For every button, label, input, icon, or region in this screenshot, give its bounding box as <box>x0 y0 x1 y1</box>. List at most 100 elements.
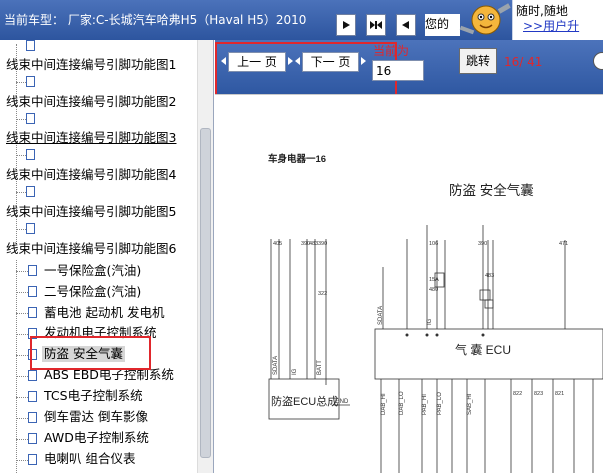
prev-page-button[interactable]: 上一 页 <box>228 52 286 72</box>
promo-panel: 随时,随地 >>用户升 <box>512 0 603 40</box>
tree-branch <box>16 355 28 356</box>
svg-text:106: 106 <box>429 241 438 247</box>
tree-scrollbar[interactable] <box>197 40 213 473</box>
tree-branch <box>16 397 28 398</box>
page-icon <box>26 186 35 197</box>
svg-text:SAB_HI: SAB_HI <box>467 393 473 415</box>
svg-text:483: 483 <box>309 241 318 247</box>
page-icon <box>28 307 37 318</box>
tree-item-tcs[interactable]: TCS电子控制系统 <box>44 388 143 404</box>
tree-branch <box>16 334 28 335</box>
tree-item-pin-diagram-6[interactable]: 线束中间连接编号引脚功能图6 <box>6 241 176 257</box>
svg-text:823: 823 <box>534 391 543 397</box>
svg-text:483: 483 <box>485 273 494 279</box>
tree-branch <box>16 229 26 230</box>
document-viewer: 上一 页 下一 页 当前为 跳转 16/ 41 <box>215 40 603 473</box>
svg-text:821: 821 <box>555 391 564 397</box>
zoom-icon[interactable] <box>593 52 603 70</box>
tree-branch <box>16 192 26 193</box>
svg-text:822: 822 <box>513 391 522 397</box>
arrow-left-icon <box>402 21 409 29</box>
page-icon <box>28 454 37 465</box>
selection-highlight <box>30 336 151 370</box>
svg-text:PAB_HI: PAB_HI <box>422 394 428 415</box>
diagram-main-title: 防盗 安全气囊 <box>449 182 534 198</box>
svg-text:SDATA: SDATA <box>378 306 384 325</box>
page-icon <box>28 391 37 402</box>
user-upgrade-link[interactable]: >>用户升 <box>523 17 579 34</box>
svg-text:390: 390 <box>318 241 327 247</box>
antitheft-ecu-label: 防盗ECU总成 <box>271 394 338 408</box>
tree-item-pin-diagram-2[interactable]: 线束中间连接编号引脚功能图2 <box>6 94 176 110</box>
page-icon <box>28 265 37 276</box>
first-page-button[interactable] <box>336 14 356 36</box>
svg-text:15A: 15A <box>429 277 439 283</box>
page-icon <box>28 370 37 381</box>
tree-branch <box>16 82 26 83</box>
arrow-right-icon <box>343 21 350 29</box>
tree-branch <box>16 460 28 461</box>
catalog-tree: 线束中间连接编号引脚功能图1 线束中间连接编号引脚功能图2 线束中间连接编号引脚… <box>0 40 214 473</box>
svg-text:GND: GND <box>335 399 349 405</box>
page-icon <box>28 433 37 444</box>
wiring-diagram-page: 车身电器一16 防盗 安全气囊 气 囊 ECU 防盗ECU总成 SDATA IG… <box>215 94 603 473</box>
page-icon <box>26 76 35 87</box>
svg-text:480: 480 <box>429 287 438 293</box>
prev-arrow-icon <box>221 57 226 65</box>
tree-branch <box>16 439 28 440</box>
tree-item-pin-diagram-1[interactable]: 线束中间连接编号引脚功能图1 <box>6 57 176 73</box>
svg-text:322: 322 <box>318 291 327 297</box>
svg-text:SDATA: SDATA <box>273 356 279 375</box>
next-page-button[interactable]: 下一 页 <box>302 52 359 72</box>
tree-branch <box>16 119 26 120</box>
next-arrow-icon <box>361 57 366 65</box>
jump-button[interactable]: 跳转 <box>459 48 497 74</box>
page-icon <box>26 223 35 234</box>
app-header: 当前车型： 厂家:C-长城汽车哈弗H5（Haval H5）2010 您的 随时,… <box>0 0 603 40</box>
tree-branch <box>16 271 28 272</box>
welcome-message: 您的 <box>425 14 460 36</box>
page-icon <box>26 149 35 160</box>
pager-toolbar: 上一 页 下一 页 当前为 跳转 16/ 41 <box>215 40 603 96</box>
tree-branch <box>16 155 26 156</box>
tree-item-pin-diagram-3[interactable]: 线束中间连接编号引脚功能图3 <box>6 130 176 146</box>
svg-text:IG: IG <box>292 368 298 375</box>
svg-text:405: 405 <box>273 241 282 247</box>
tree-item-fuse-box-2[interactable]: 二号保险盒(汽油) <box>44 284 141 300</box>
current-page-label: 当前为 <box>373 44 410 58</box>
tree-branch <box>16 418 28 419</box>
expand-button[interactable] <box>366 14 386 36</box>
tree-item-battery-starter[interactable]: 蓄电池 起动机 发电机 <box>44 305 164 321</box>
tree-item-awd[interactable]: AWD电子控制系统 <box>44 430 149 446</box>
svg-text:DAB_HI: DAB_HI <box>381 393 387 415</box>
next-arrow-left-icon <box>295 57 300 65</box>
svg-text:DAB_LO: DAB_LO <box>399 391 405 415</box>
section-title: 车身电器一16 <box>268 153 326 165</box>
page-icon <box>28 412 37 423</box>
tree-item-pin-diagram-4[interactable]: 线束中间连接编号引脚功能图4 <box>6 167 176 183</box>
tree-item-pin-diagram-5[interactable]: 线束中间连接编号引脚功能图5 <box>6 204 176 220</box>
collapse-button[interactable] <box>396 14 416 36</box>
tree-item-horn-cluster[interactable]: 电喇叭 组合仪表 <box>44 451 135 467</box>
page-count: 16/ 41 <box>504 55 543 69</box>
svg-text:390: 390 <box>478 241 487 247</box>
prev-arrow-right-icon <box>288 57 293 65</box>
svg-text:PAB_LO: PAB_LO <box>437 392 443 415</box>
tree-scrollbar-thumb[interactable] <box>200 128 211 458</box>
svg-text:IG: IG <box>427 318 433 325</box>
svg-text:BATT: BATT <box>317 360 323 375</box>
page-number-input[interactable] <box>372 60 424 81</box>
wiring-diagram: 车身电器一16 防盗 安全气囊 气 囊 ECU 防盗ECU总成 SDATA IG… <box>268 153 603 473</box>
page-icon <box>28 286 37 297</box>
mascot-illustration <box>459 3 511 35</box>
tree-item-reverse-radar[interactable]: 倒车雷达 倒车影像 <box>44 409 148 425</box>
expand-arrows-icon <box>370 21 382 29</box>
page-icon <box>26 113 35 124</box>
current-car-model: 当前车型： 厂家:C-长城汽车哈弗H5（Haval H5）2010 <box>4 13 307 27</box>
svg-text:471: 471 <box>559 241 568 247</box>
tree-branch <box>16 292 28 293</box>
page-icon <box>26 40 35 51</box>
airbag-ecu-label: 气 囊 ECU <box>455 342 511 357</box>
tree-item-fuse-box-1[interactable]: 一号保险盒(汽油) <box>44 263 141 279</box>
tree-branch <box>16 376 28 377</box>
